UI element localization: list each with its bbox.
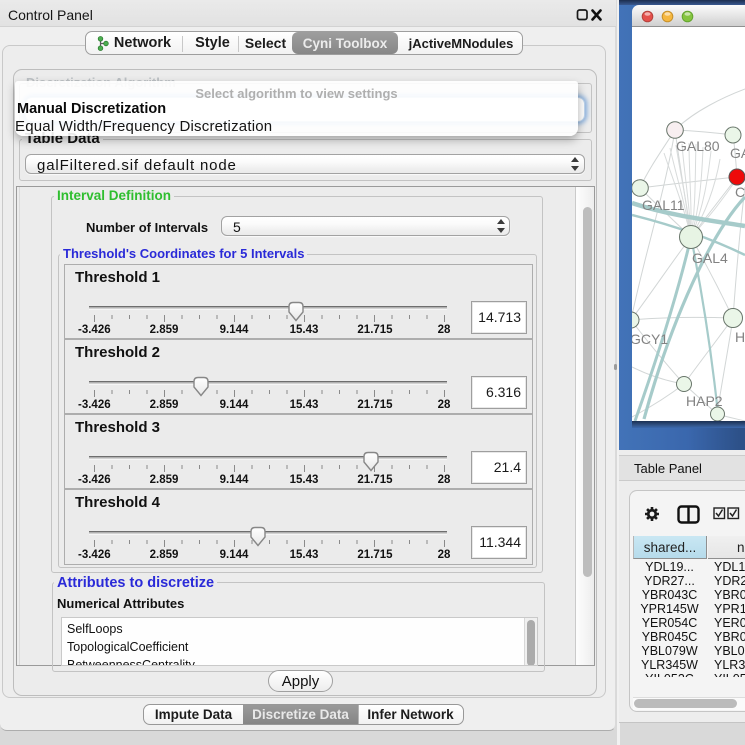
svg-text:HAP2: HAP2 — [686, 393, 723, 409]
svg-text:GAL4: GAL4 — [692, 250, 728, 266]
svg-text:GAL80: GAL80 — [676, 138, 720, 154]
svg-text:GA: GA — [730, 145, 745, 161]
svg-text:GCY1: GCY1 — [632, 331, 668, 347]
svg-text:H: H — [735, 329, 745, 345]
svg-text:CA: CA — [735, 184, 745, 200]
svg-text:GAL11: GAL11 — [642, 197, 685, 213]
